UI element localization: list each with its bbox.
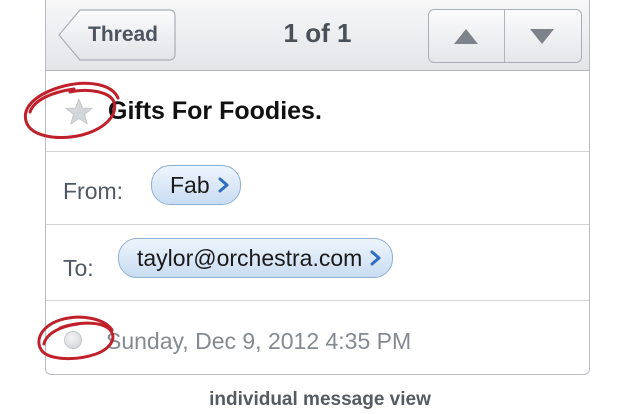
chevron-right-icon: [218, 177, 229, 193]
message-subject: Gifts For Foodies.: [108, 97, 322, 125]
chevron-right-icon: [370, 250, 381, 266]
recipient-chip[interactable]: taylor@orchestra.com: [118, 238, 394, 278]
navigation-bar: Thread 1 of 1: [46, 0, 589, 71]
unread-indicator-icon[interactable]: [64, 331, 82, 349]
message-view: Thread 1 of 1 Gifts For Foodies. From: F…: [45, 0, 590, 375]
next-message-button[interactable]: [505, 10, 580, 62]
subject-row: Gifts For Foodies.: [46, 71, 589, 152]
arrow-up-icon: [454, 29, 478, 44]
star-icon[interactable]: [64, 97, 94, 127]
date-row: Sunday, Dec 9, 2012 4:35 PM: [46, 301, 589, 374]
message-navigation-control: [428, 9, 582, 63]
previous-message-button[interactable]: [429, 10, 504, 62]
arrow-down-icon: [530, 29, 554, 44]
recipient-address: taylor@orchestra.com: [137, 245, 363, 271]
sender-name: Fab: [170, 172, 210, 198]
figure-caption: individual message view: [209, 389, 431, 410]
message-date: Sunday, Dec 9, 2012 4:35 PM: [106, 328, 412, 354]
sender-chip[interactable]: Fab: [151, 165, 241, 205]
from-row: From: Fab: [46, 152, 589, 225]
from-label: From:: [63, 178, 124, 204]
to-row: To: taylor@orchestra.com: [46, 225, 589, 301]
to-label: To:: [63, 255, 94, 281]
